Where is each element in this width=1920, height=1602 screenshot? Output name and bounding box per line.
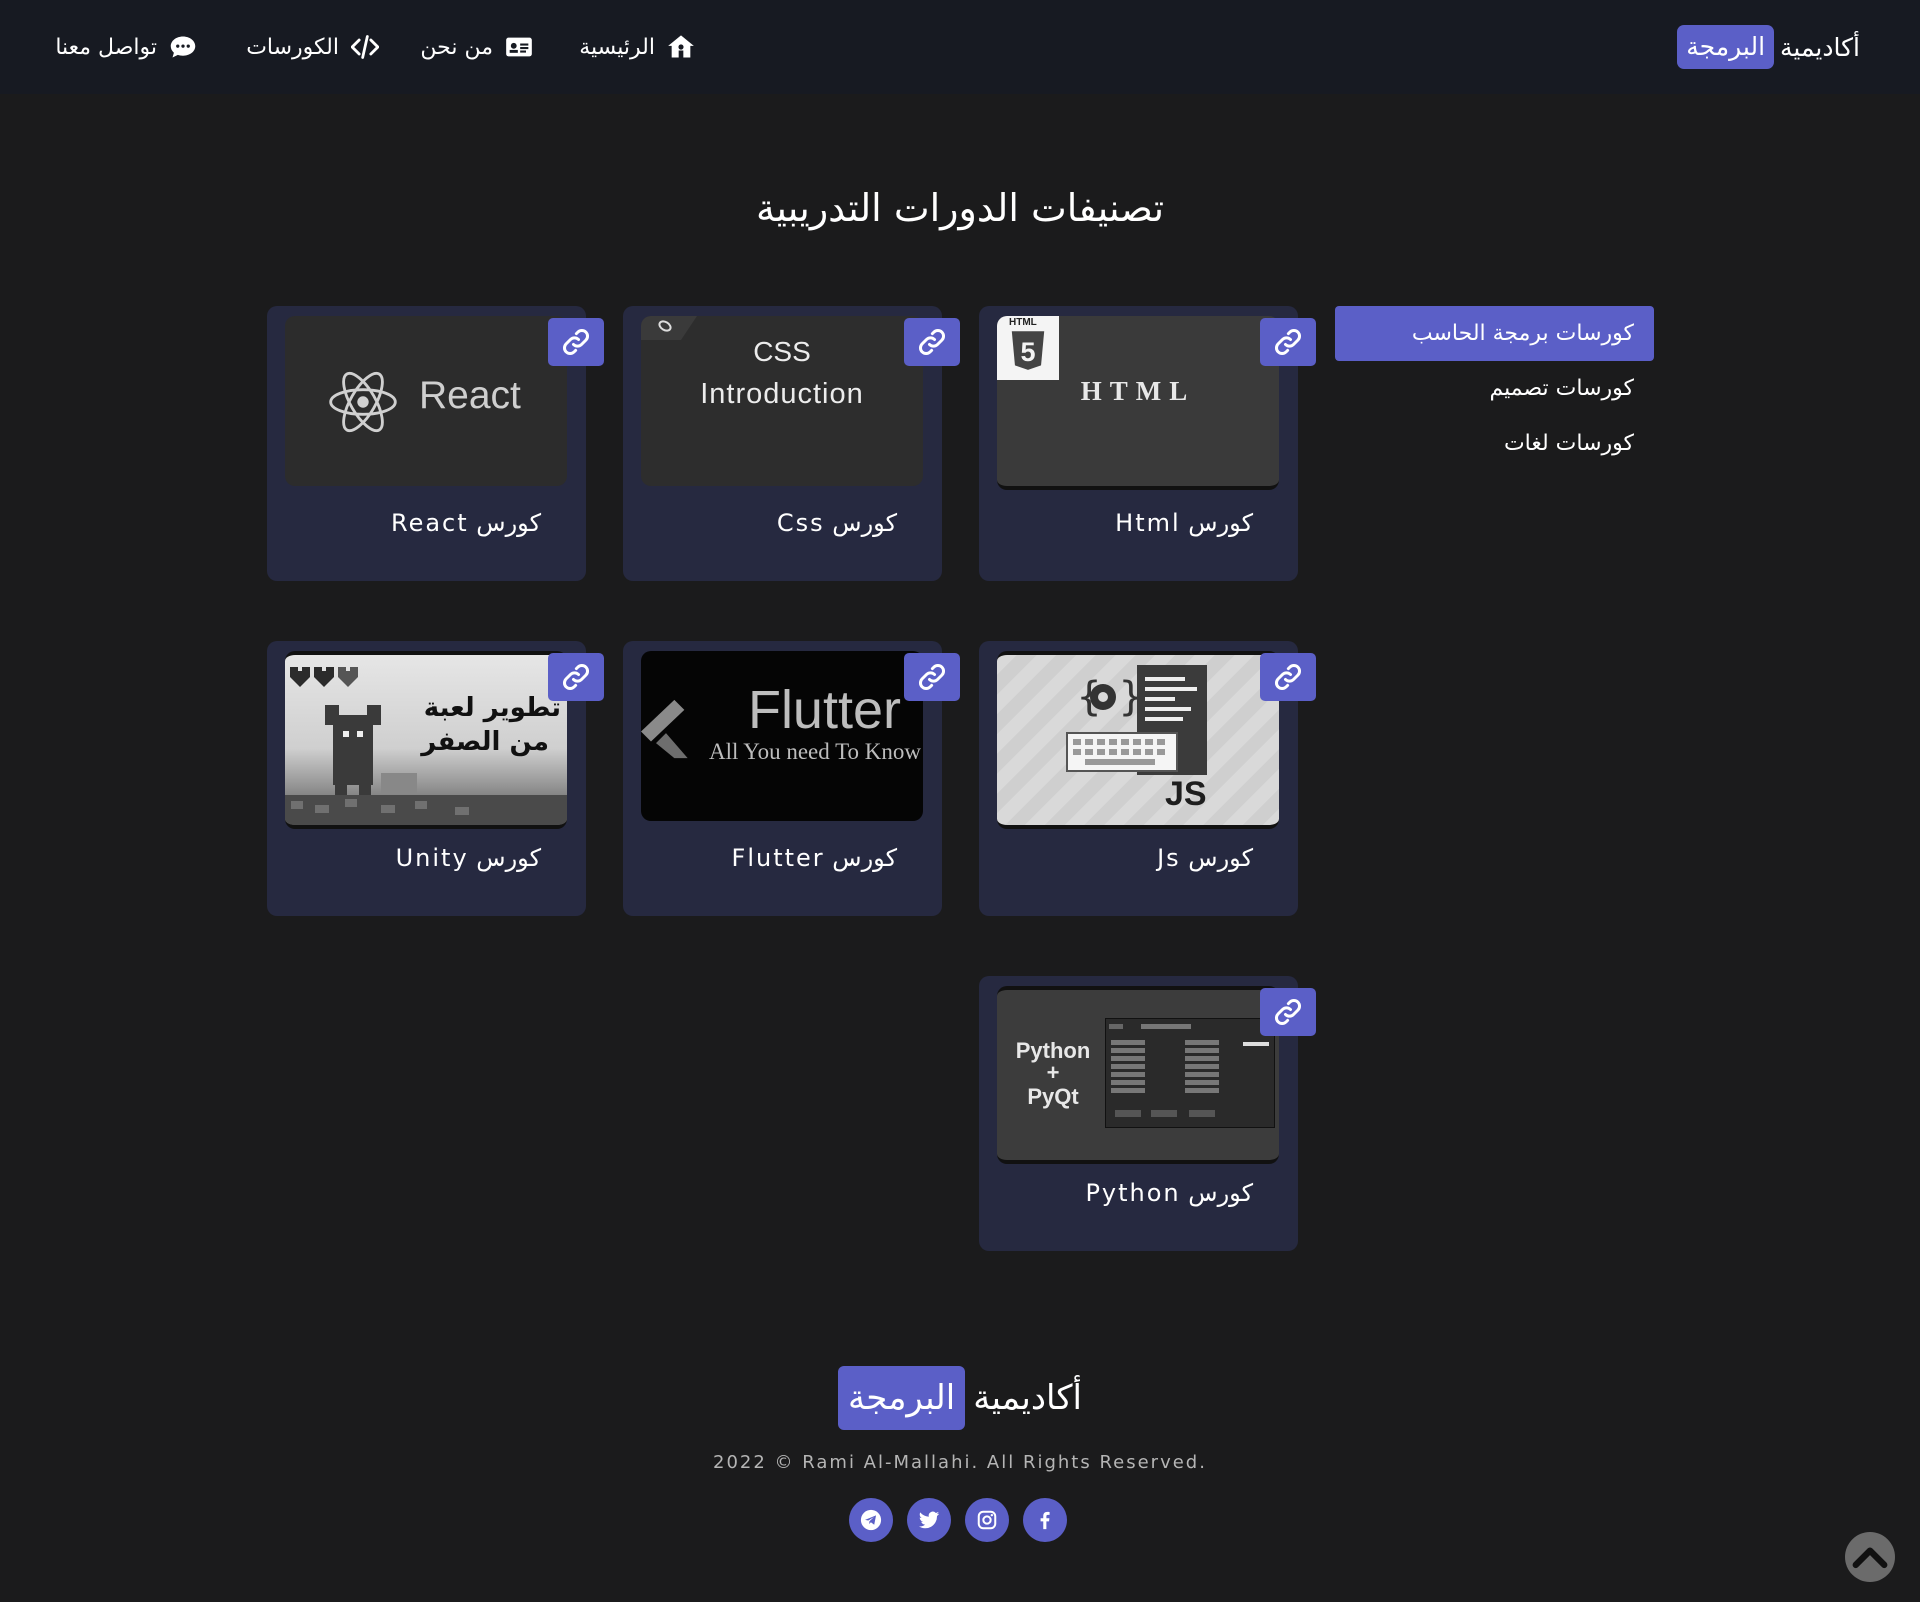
course-thumbnail-python: Python + PyQt bbox=[997, 986, 1279, 1164]
thumbnail-text: Flutter bbox=[747, 680, 901, 740]
react-logo-icon bbox=[329, 371, 397, 433]
course-link-button[interactable] bbox=[548, 653, 604, 701]
link-icon bbox=[918, 328, 946, 356]
thumbnail-subtext: + bbox=[1046, 1060, 1060, 1085]
footer-brand-highlight: البرمجة bbox=[838, 1366, 966, 1430]
course-title: كورس Html bbox=[1115, 509, 1253, 537]
category-label: كورسات تصميم bbox=[1489, 376, 1634, 401]
page-heading: تصنيفات الدورات التدريبية bbox=[755, 186, 1165, 230]
html5-logo: HTML 5 bbox=[997, 316, 1059, 380]
course-title: كورس Css bbox=[776, 509, 897, 537]
course-thumbnail-html: HTML 5 HTML bbox=[997, 316, 1279, 490]
nav-item-label: تواصل معنا bbox=[55, 34, 157, 60]
thumbnail-text: React bbox=[419, 374, 521, 417]
telegram-icon bbox=[860, 1509, 882, 1531]
course-thumbnail-unity: تطوير لعبة من الصفر bbox=[285, 651, 567, 829]
course-link-button[interactable] bbox=[904, 653, 960, 701]
js-illustration-icon: { } JS bbox=[1066, 665, 1207, 813]
navbar: أكاديمية البرمجة الرئيسية من نحن الكورسا… bbox=[0, 0, 1920, 94]
nav-item-about[interactable]: من نحن bbox=[415, 28, 533, 66]
copyright-text: 2022 © Rami Al-Mallahi. All Rights Reser… bbox=[713, 1452, 1207, 1473]
thumbnail-subtext: PyQt bbox=[1027, 1084, 1079, 1109]
course-title: كورس React bbox=[390, 509, 541, 537]
link-icon bbox=[1274, 663, 1302, 691]
nav-item-courses[interactable]: الكورسات bbox=[234, 28, 379, 66]
course-link-button[interactable] bbox=[1260, 653, 1316, 701]
footer-brand-main: أكاديمية bbox=[973, 1378, 1082, 1418]
twitter-icon bbox=[918, 1511, 940, 1529]
category-sidebar: كورسات برمجة الحاسب كورسات تصميم كورسات … bbox=[1335, 306, 1654, 471]
instagram-icon bbox=[977, 1510, 997, 1530]
link-icon bbox=[918, 663, 946, 691]
category-item-computer[interactable]: كورسات برمجة الحاسب bbox=[1335, 306, 1654, 361]
nav-item-label: الكورسات bbox=[246, 34, 339, 60]
link-icon bbox=[1274, 328, 1302, 356]
flutter-logo-icon bbox=[641, 699, 688, 759]
thumbnail-text: تطوير لعبة bbox=[423, 693, 561, 723]
course-card-html[interactable]: HTML 5 HTML كورس Html bbox=[979, 306, 1316, 581]
nav-item-home[interactable]: الرئيسية bbox=[568, 28, 695, 66]
course-card-flutter[interactable]: Flutter All You need To Know كورس Flutte… bbox=[623, 641, 960, 916]
facebook-icon bbox=[1040, 1511, 1050, 1530]
nav-item-contact[interactable]: تواصل معنا bbox=[40, 28, 197, 66]
brand-logo[interactable]: أكاديمية البرمجة bbox=[1677, 24, 1860, 70]
category-label: كورسات لغات bbox=[1503, 431, 1634, 456]
telegram-link[interactable] bbox=[849, 1498, 893, 1542]
category-item-languages[interactable]: كورسات لغات bbox=[1335, 416, 1654, 471]
course-link-button[interactable] bbox=[1260, 988, 1316, 1036]
course-title: كورس Python bbox=[1085, 1179, 1253, 1207]
facebook-link[interactable] bbox=[1023, 1498, 1067, 1542]
brand-highlight-text: البرمجة bbox=[1677, 25, 1775, 69]
course-link-button[interactable] bbox=[548, 318, 604, 366]
footer-brand: أكاديمية البرمجة bbox=[0, 1366, 1920, 1430]
course-thumbnail-css: CSS Introduction bbox=[641, 316, 923, 486]
thumbnail-text: CSS bbox=[753, 336, 811, 367]
link-icon bbox=[1274, 998, 1302, 1026]
course-card-python[interactable]: Python + PyQt كورس Python bbox=[979, 976, 1316, 1251]
course-thumbnail-flutter: Flutter All You need To Know bbox=[641, 651, 923, 821]
course-card-css[interactable]: CSS Introduction كورس Css bbox=[623, 306, 960, 581]
thumbnail-subtext: All You need To Know bbox=[708, 739, 921, 764]
chat-icon bbox=[170, 36, 196, 58]
html5-logo-text: HTML bbox=[1009, 317, 1037, 328]
code-icon bbox=[351, 35, 379, 59]
scroll-to-top-button[interactable] bbox=[1845, 1532, 1895, 1582]
course-thumbnail-js: { } JS bbox=[997, 651, 1279, 829]
social-links bbox=[849, 1498, 1067, 1542]
course-card-unity[interactable]: تطوير لعبة من الصفر كورس Unity bbox=[267, 641, 604, 916]
instagram-link[interactable] bbox=[965, 1498, 1009, 1542]
course-title: كورس Flutter bbox=[731, 844, 897, 872]
thumbnail-subtext: من الصفر bbox=[421, 727, 549, 757]
thumbnail-subtext: Introduction bbox=[700, 378, 864, 410]
course-title: كورس Js bbox=[1157, 844, 1253, 872]
id-card-icon bbox=[506, 37, 532, 57]
course-card-react[interactable]: React كورس React bbox=[267, 306, 604, 581]
thumbnail-text: JS bbox=[1165, 775, 1207, 813]
nav-item-label: من نحن bbox=[420, 34, 493, 60]
nav-item-label: الرئيسية bbox=[579, 34, 655, 60]
course-link-button[interactable] bbox=[904, 318, 960, 366]
svg-text:5: 5 bbox=[1020, 337, 1035, 367]
twitter-link[interactable] bbox=[907, 1498, 951, 1542]
category-item-design[interactable]: كورسات تصميم bbox=[1335, 361, 1654, 416]
course-link-button[interactable] bbox=[1260, 318, 1316, 366]
thumbnail-text: HTML bbox=[1080, 376, 1196, 406]
category-label: كورسات برمجة الحاسب bbox=[1411, 321, 1634, 346]
link-icon bbox=[562, 663, 590, 691]
course-thumbnail-react: React bbox=[285, 316, 567, 486]
link-icon bbox=[562, 328, 590, 356]
chevron-up-icon bbox=[1852, 1547, 1888, 1569]
brand-main-text: أكاديمية bbox=[1780, 32, 1860, 62]
home-icon bbox=[668, 35, 694, 58]
course-card-js[interactable]: { } JS كورس Js bbox=[979, 641, 1316, 916]
app-window-icon bbox=[1105, 1018, 1275, 1128]
course-title: كورس Unity bbox=[395, 844, 541, 872]
